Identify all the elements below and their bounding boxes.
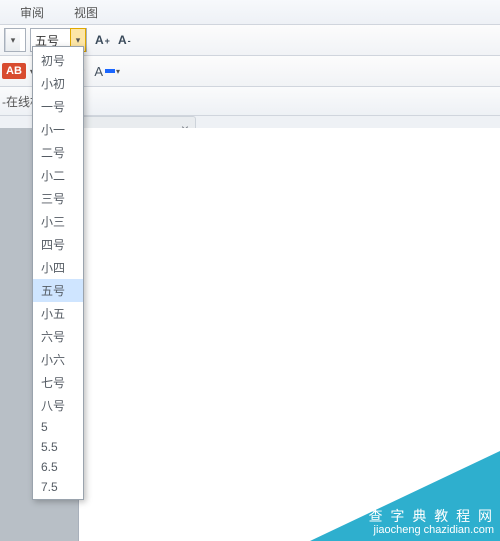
- strikethrough-group: AB ▾: [0, 63, 34, 79]
- font-family-combo[interactable]: ▾: [4, 28, 26, 52]
- font-size-option[interactable]: 6.5: [33, 457, 83, 477]
- font-size-option[interactable]: 七号: [33, 371, 83, 394]
- font-size-option[interactable]: 五号: [33, 279, 83, 302]
- font-size-option[interactable]: 小四: [33, 256, 83, 279]
- font-size-option[interactable]: 初号: [33, 49, 83, 72]
- font-size-option[interactable]: 小一: [33, 118, 83, 141]
- font-size-option[interactable]: 一号: [33, 95, 83, 118]
- color-swatch-icon: [105, 69, 115, 73]
- page-canvas[interactable]: [78, 128, 500, 541]
- font-size-option[interactable]: 小二: [33, 164, 83, 187]
- font-size-option[interactable]: 四号: [33, 233, 83, 256]
- font-color-button[interactable]: A▾: [94, 64, 120, 79]
- font-size-option[interactable]: 5: [33, 417, 83, 437]
- font-size-option[interactable]: 小初: [33, 72, 83, 95]
- font-size-option[interactable]: 7.5: [33, 477, 83, 497]
- font-size-option[interactable]: 小六: [33, 348, 83, 371]
- shrink-font-button[interactable]: A-: [118, 33, 131, 47]
- ab-strikethrough-button[interactable]: AB: [2, 63, 26, 79]
- font-size-option[interactable]: 八号: [33, 394, 83, 417]
- menubar: 审阅 视图: [0, 0, 500, 25]
- menu-review[interactable]: 审阅: [20, 4, 44, 21]
- grow-font-button[interactable]: A+: [95, 33, 110, 47]
- font-size-option[interactable]: 六号: [33, 325, 83, 348]
- font-size-option[interactable]: 二号: [33, 141, 83, 164]
- font-size-option[interactable]: 小三: [33, 210, 83, 233]
- font-size-option[interactable]: 小五: [33, 302, 83, 325]
- font-size-option[interactable]: 三号: [33, 187, 83, 210]
- font-size-option[interactable]: 5.5: [33, 437, 83, 457]
- font-size-dropdown[interactable]: 初号小初一号小一二号小二三号小三四号小四五号小五六号小六七号八号55.56.57…: [32, 46, 84, 500]
- chevron-down-icon[interactable]: ▾: [5, 29, 20, 51]
- menu-view[interactable]: 视图: [74, 4, 98, 21]
